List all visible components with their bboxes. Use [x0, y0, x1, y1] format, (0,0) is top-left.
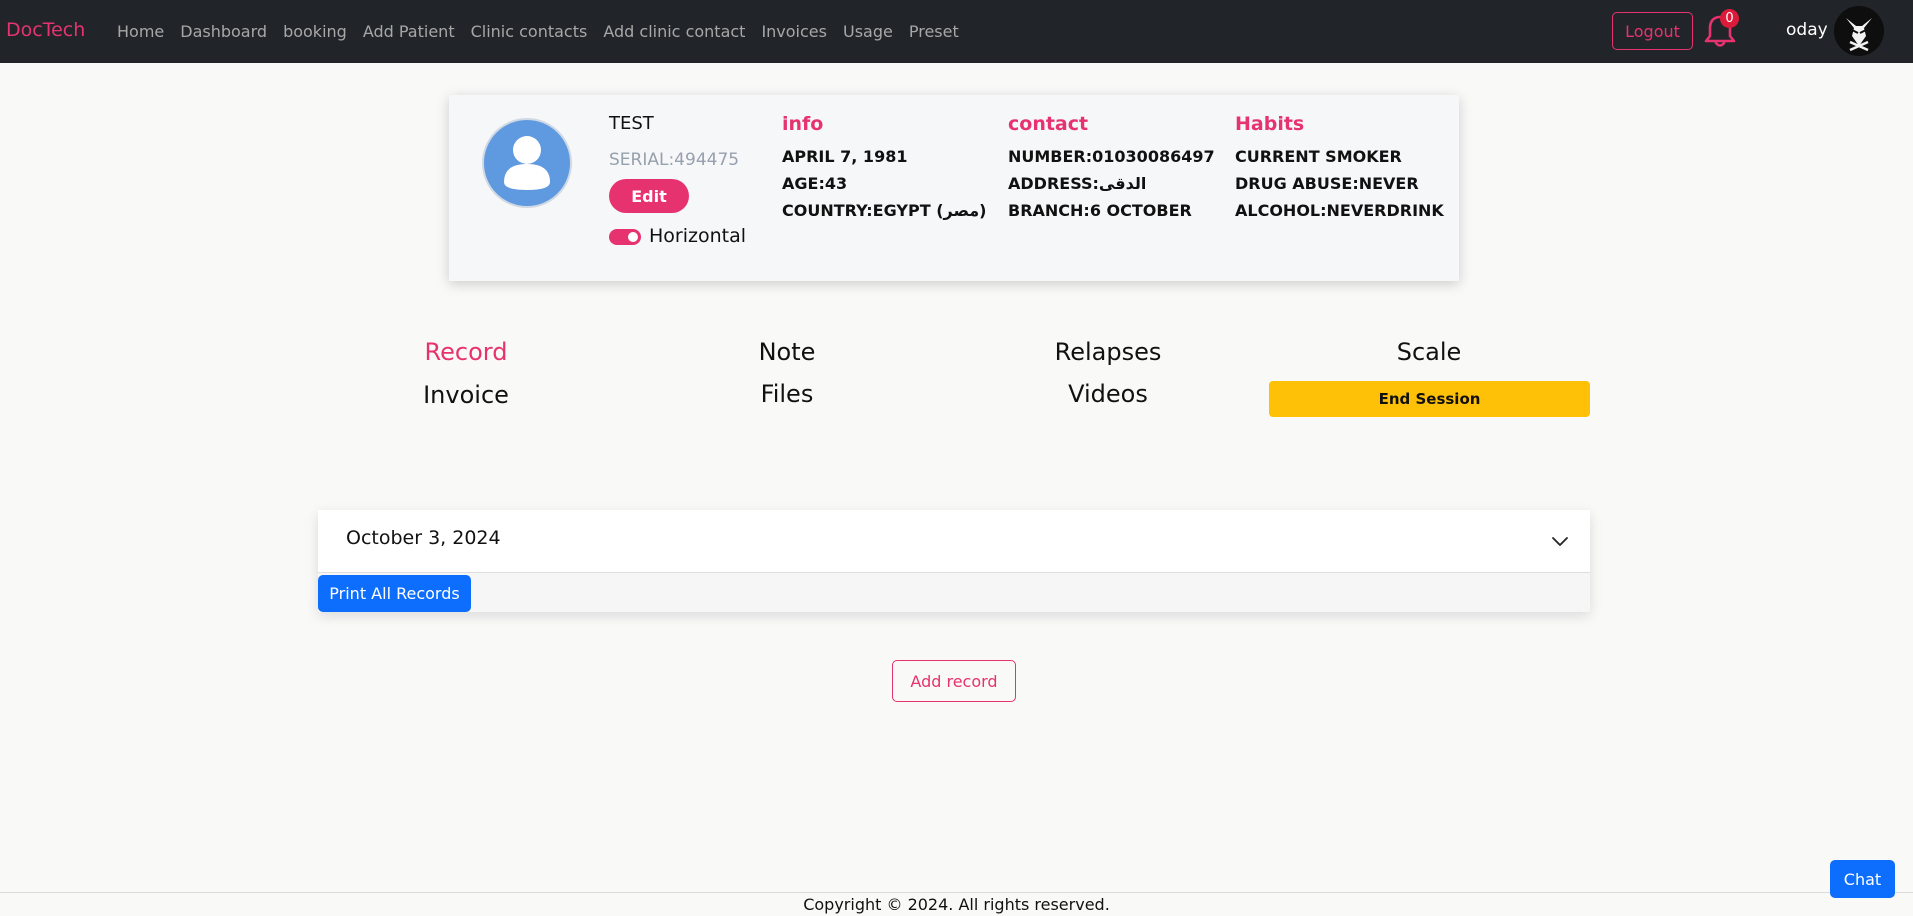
patient-name: TEST	[609, 113, 654, 134]
tab-note[interactable]: Note	[687, 338, 887, 366]
add-record-button[interactable]: Add record	[892, 660, 1016, 702]
horizontal-toggle[interactable]	[609, 229, 641, 245]
patient-serial: SERIAL:494475	[609, 150, 740, 170]
patient-info-card: TEST SERIAL:494475 Edit Horizontal info …	[449, 95, 1459, 281]
alcohol-status: ALCOHOL:NEVERDRINK	[1235, 201, 1444, 220]
info-heading: info	[782, 113, 824, 135]
smoking-status: CURRENT SMOKER	[1235, 147, 1402, 166]
nav-link-add-clinic-contact[interactable]: Add clinic contact	[603, 22, 745, 41]
nav-link-clinic-contacts[interactable]: Clinic contacts	[471, 22, 588, 41]
nav-link-usage[interactable]: Usage	[843, 22, 893, 41]
top-navbar: DocTech Home Dashboard booking Add Patie…	[0, 0, 1913, 63]
tab-videos[interactable]: Videos	[1008, 380, 1208, 408]
brand-logo[interactable]: DocTech	[6, 19, 85, 41]
record-accordion-header[interactable]: October 3, 2024	[318, 510, 1590, 573]
notification-count-badge: 0	[1720, 9, 1739, 28]
logout-button[interactable]: Logout	[1612, 12, 1693, 50]
tab-record[interactable]: Record	[366, 338, 566, 366]
print-all-records-button[interactable]: Print All Records	[318, 575, 471, 612]
address: ADDRESS:الدقى	[1008, 174, 1147, 193]
nav-link-dashboard[interactable]: Dashboard	[180, 22, 267, 41]
tab-scale[interactable]: Scale	[1329, 338, 1529, 366]
birth-date: APRIL 7, 1981	[782, 147, 908, 166]
info-column: info APRIL 7, 1981 AGE:43 COUNTRY:EGYPT …	[782, 113, 986, 224]
nav-link-booking[interactable]: booking	[283, 22, 347, 41]
phone-number: NUMBER:01030086497	[1008, 147, 1215, 166]
toggle-knob	[628, 232, 638, 242]
username-label[interactable]: oday	[1786, 20, 1828, 40]
contact-column: contact NUMBER:01030086497 ADDRESS:الدقى…	[1008, 113, 1215, 224]
tab-files[interactable]: Files	[687, 380, 887, 408]
habits-heading: Habits	[1235, 113, 1305, 135]
patient-avatar-icon	[482, 118, 572, 208]
footer-divider	[0, 892, 1913, 893]
horizontal-toggle-label: Horizontal	[649, 225, 747, 247]
nav-links: Home Dashboard booking Add Patient Clini…	[117, 0, 959, 63]
drug-abuse-status: DRUG ABUSE:NEVER	[1235, 174, 1419, 193]
habits-column: Habits CURRENT SMOKER DRUG ABUSE:NEVER A…	[1235, 113, 1444, 224]
nav-link-preset[interactable]: Preset	[909, 22, 959, 41]
nav-link-add-patient[interactable]: Add Patient	[363, 22, 455, 41]
tab-invoice[interactable]: Invoice	[366, 381, 566, 409]
nav-link-home[interactable]: Home	[117, 22, 164, 41]
chevron-down-icon[interactable]	[1550, 532, 1570, 552]
footer-copyright: Copyright © 2024. All rights reserved.	[803, 895, 1110, 914]
edit-patient-button[interactable]: Edit	[609, 179, 689, 213]
end-session-button[interactable]: End Session	[1269, 381, 1590, 417]
branch: BRANCH:6 OCTOBER	[1008, 201, 1192, 220]
chat-button[interactable]: Chat	[1830, 860, 1895, 898]
age: AGE:43	[782, 174, 848, 193]
tab-relapses[interactable]: Relapses	[1008, 338, 1208, 366]
country: COUNTRY:EGYPT (مصر)	[782, 201, 987, 220]
user-avatar[interactable]	[1834, 6, 1884, 56]
contact-heading: contact	[1008, 113, 1089, 135]
record-date: October 3, 2024	[346, 527, 501, 549]
record-accordion: October 3, 2024 Print All Records	[318, 510, 1590, 612]
nav-link-invoices[interactable]: Invoices	[761, 22, 827, 41]
